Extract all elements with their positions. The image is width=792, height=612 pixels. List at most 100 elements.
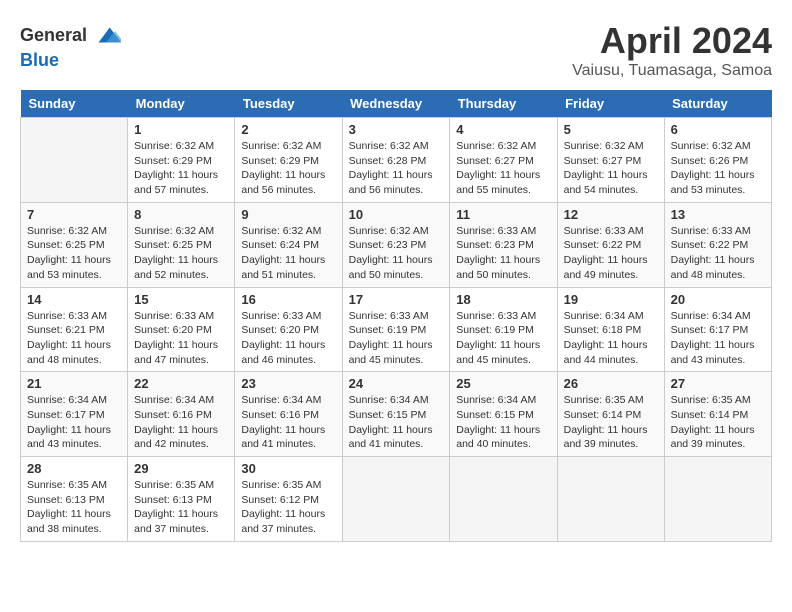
day-number: 4	[456, 122, 550, 137]
day-info: Sunrise: 6:35 AMSunset: 6:12 PMDaylight:…	[241, 478, 335, 537]
calendar-header-sunday: Sunday	[21, 90, 128, 118]
calendar-header-friday: Friday	[557, 90, 664, 118]
logo-blue-text: Blue	[20, 50, 59, 70]
day-number: 5	[564, 122, 658, 137]
calendar-empty-cell	[342, 457, 450, 542]
title-area: April 2024 Vaiusu, Tuamasaga, Samoa	[572, 20, 772, 80]
calendar-day-cell: 10 Sunrise: 6:32 AMSunset: 6:23 PMDayligh…	[342, 202, 450, 287]
calendar-day-cell: 2 Sunrise: 6:32 AMSunset: 6:29 PMDaylight…	[235, 118, 342, 203]
day-number: 29	[134, 461, 228, 476]
calendar-empty-cell	[21, 118, 128, 203]
month-title: April 2024	[572, 20, 772, 62]
calendar-day-cell: 21 Sunrise: 6:34 AMSunset: 6:17 PMDayligh…	[21, 372, 128, 457]
day-info: Sunrise: 6:32 AMSunset: 6:26 PMDaylight:…	[671, 139, 765, 198]
calendar-day-cell: 25 Sunrise: 6:34 AMSunset: 6:15 PMDayligh…	[450, 372, 557, 457]
calendar-header-thursday: Thursday	[450, 90, 557, 118]
day-info: Sunrise: 6:32 AMSunset: 6:25 PMDaylight:…	[134, 224, 228, 283]
calendar-day-cell: 14Sunrise: 6:33 AMSunset: 6:21 PMDayligh…	[21, 287, 128, 372]
calendar-day-cell: 4 Sunrise: 6:32 AMSunset: 6:27 PMDaylight…	[450, 118, 557, 203]
day-info: Sunrise: 6:33 AMSunset: 6:22 PMDaylight:…	[564, 224, 658, 283]
day-number: 30	[241, 461, 335, 476]
day-info: Sunrise: 6:32 AMSunset: 6:29 PMDaylight:…	[241, 139, 335, 198]
calendar-day-cell: 22Sunrise: 6:34 AMSunset: 6:16 PMDayligh…	[128, 372, 235, 457]
header: General Blue April 2024 Vaiusu, Tuamasag…	[20, 20, 772, 80]
calendar-day-cell: 8Sunrise: 6:32 AMSunset: 6:25 PMDaylight…	[128, 202, 235, 287]
calendar-day-cell: 5 Sunrise: 6:32 AMSunset: 6:27 PMDaylight…	[557, 118, 664, 203]
day-number: 27	[671, 376, 765, 391]
calendar-header-wednesday: Wednesday	[342, 90, 450, 118]
calendar-day-cell: 24 Sunrise: 6:34 AMSunset: 6:15 PMDayligh…	[342, 372, 450, 457]
day-number: 19	[564, 292, 658, 307]
day-info: Sunrise: 6:34 AMSunset: 6:15 PMDaylight:…	[456, 393, 550, 452]
day-info: Sunrise: 6:35 AMSunset: 6:14 PMDaylight:…	[671, 393, 765, 452]
day-info: Sunrise: 6:32 AMSunset: 6:29 PMDaylight:…	[134, 139, 228, 198]
day-info: Sunrise: 6:32 AMSunset: 6:27 PMDaylight:…	[456, 139, 550, 198]
calendar-day-cell: 1 Sunrise: 6:32 AMSunset: 6:29 PMDaylight…	[128, 118, 235, 203]
calendar-empty-cell	[450, 457, 557, 542]
calendar-week-row: 28Sunrise: 6:35 AMSunset: 6:13 PMDayligh…	[21, 457, 772, 542]
day-number: 7	[27, 207, 121, 222]
day-number: 2	[241, 122, 335, 137]
calendar-day-cell: 17 Sunrise: 6:33 AMSunset: 6:19 PMDayligh…	[342, 287, 450, 372]
calendar-day-cell: 26 Sunrise: 6:35 AMSunset: 6:14 PMDayligh…	[557, 372, 664, 457]
day-info: Sunrise: 6:33 AMSunset: 6:21 PMDaylight:…	[27, 309, 121, 368]
day-info: Sunrise: 6:35 AMSunset: 6:13 PMDaylight:…	[134, 478, 228, 537]
day-number: 23	[241, 376, 335, 391]
day-number: 21	[27, 376, 121, 391]
calendar-header-saturday: Saturday	[664, 90, 771, 118]
calendar-header-row: SundayMondayTuesdayWednesdayThursdayFrid…	[21, 90, 772, 118]
day-number: 26	[564, 376, 658, 391]
calendar-day-cell: 18 Sunrise: 6:33 AMSunset: 6:19 PMDayligh…	[450, 287, 557, 372]
day-number: 20	[671, 292, 765, 307]
day-number: 13	[671, 207, 765, 222]
calendar-day-cell: 30 Sunrise: 6:35 AMSunset: 6:12 PMDayligh…	[235, 457, 342, 542]
day-info: Sunrise: 6:35 AMSunset: 6:14 PMDaylight:…	[564, 393, 658, 452]
day-info: Sunrise: 6:35 AMSunset: 6:13 PMDaylight:…	[27, 478, 121, 537]
calendar-empty-cell	[557, 457, 664, 542]
day-info: Sunrise: 6:32 AMSunset: 6:23 PMDaylight:…	[349, 224, 444, 283]
day-number: 6	[671, 122, 765, 137]
calendar-day-cell: 15 Sunrise: 6:33 AMSunset: 6:20 PMDayligh…	[128, 287, 235, 372]
calendar-week-row: 14Sunrise: 6:33 AMSunset: 6:21 PMDayligh…	[21, 287, 772, 372]
calendar-day-cell: 23 Sunrise: 6:34 AMSunset: 6:16 PMDayligh…	[235, 372, 342, 457]
day-info: Sunrise: 6:34 AMSunset: 6:15 PMDaylight:…	[349, 393, 444, 452]
day-info: Sunrise: 6:33 AMSunset: 6:23 PMDaylight:…	[456, 224, 550, 283]
day-number: 11	[456, 207, 550, 222]
calendar-day-cell: 7 Sunrise: 6:32 AMSunset: 6:25 PMDaylight…	[21, 202, 128, 287]
day-info: Sunrise: 6:34 AMSunset: 6:16 PMDaylight:…	[241, 393, 335, 452]
calendar-empty-cell	[664, 457, 771, 542]
day-number: 18	[456, 292, 550, 307]
day-info: Sunrise: 6:34 AMSunset: 6:17 PMDaylight:…	[27, 393, 121, 452]
day-number: 3	[349, 122, 444, 137]
day-number: 1	[134, 122, 228, 137]
subtitle: Vaiusu, Tuamasaga, Samoa	[572, 62, 772, 80]
day-number: 16	[241, 292, 335, 307]
day-info: Sunrise: 6:33 AMSunset: 6:19 PMDaylight:…	[456, 309, 550, 368]
calendar-day-cell: 19Sunrise: 6:34 AMSunset: 6:18 PMDayligh…	[557, 287, 664, 372]
day-number: 15	[134, 292, 228, 307]
day-number: 24	[349, 376, 444, 391]
calendar-day-cell: 6 Sunrise: 6:32 AMSunset: 6:26 PMDaylight…	[664, 118, 771, 203]
day-number: 10	[349, 207, 444, 222]
calendar-day-cell: 12Sunrise: 6:33 AMSunset: 6:22 PMDayligh…	[557, 202, 664, 287]
day-info: Sunrise: 6:34 AMSunset: 6:17 PMDaylight:…	[671, 309, 765, 368]
calendar-day-cell: 27 Sunrise: 6:35 AMSunset: 6:14 PMDayligh…	[664, 372, 771, 457]
day-info: Sunrise: 6:33 AMSunset: 6:20 PMDaylight:…	[134, 309, 228, 368]
calendar-header-tuesday: Tuesday	[235, 90, 342, 118]
calendar-day-cell: 9 Sunrise: 6:32 AMSunset: 6:24 PMDaylight…	[235, 202, 342, 287]
logo-general-text: General	[20, 25, 87, 46]
day-info: Sunrise: 6:33 AMSunset: 6:22 PMDaylight:…	[671, 224, 765, 283]
day-info: Sunrise: 6:33 AMSunset: 6:19 PMDaylight:…	[349, 309, 444, 368]
day-number: 9	[241, 207, 335, 222]
day-number: 25	[456, 376, 550, 391]
calendar-day-cell: 29 Sunrise: 6:35 AMSunset: 6:13 PMDayligh…	[128, 457, 235, 542]
calendar-week-row: 21 Sunrise: 6:34 AMSunset: 6:17 PMDayligh…	[21, 372, 772, 457]
day-info: Sunrise: 6:32 AMSunset: 6:27 PMDaylight:…	[564, 139, 658, 198]
day-number: 17	[349, 292, 444, 307]
calendar-table: SundayMondayTuesdayWednesdayThursdayFrid…	[20, 90, 772, 542]
day-info: Sunrise: 6:32 AMSunset: 6:24 PMDaylight:…	[241, 224, 335, 283]
day-info: Sunrise: 6:33 AMSunset: 6:20 PMDaylight:…	[241, 309, 335, 368]
day-number: 22	[134, 376, 228, 391]
calendar-day-cell: 13 Sunrise: 6:33 AMSunset: 6:22 PMDayligh…	[664, 202, 771, 287]
day-info: Sunrise: 6:32 AMSunset: 6:25 PMDaylight:…	[27, 224, 121, 283]
